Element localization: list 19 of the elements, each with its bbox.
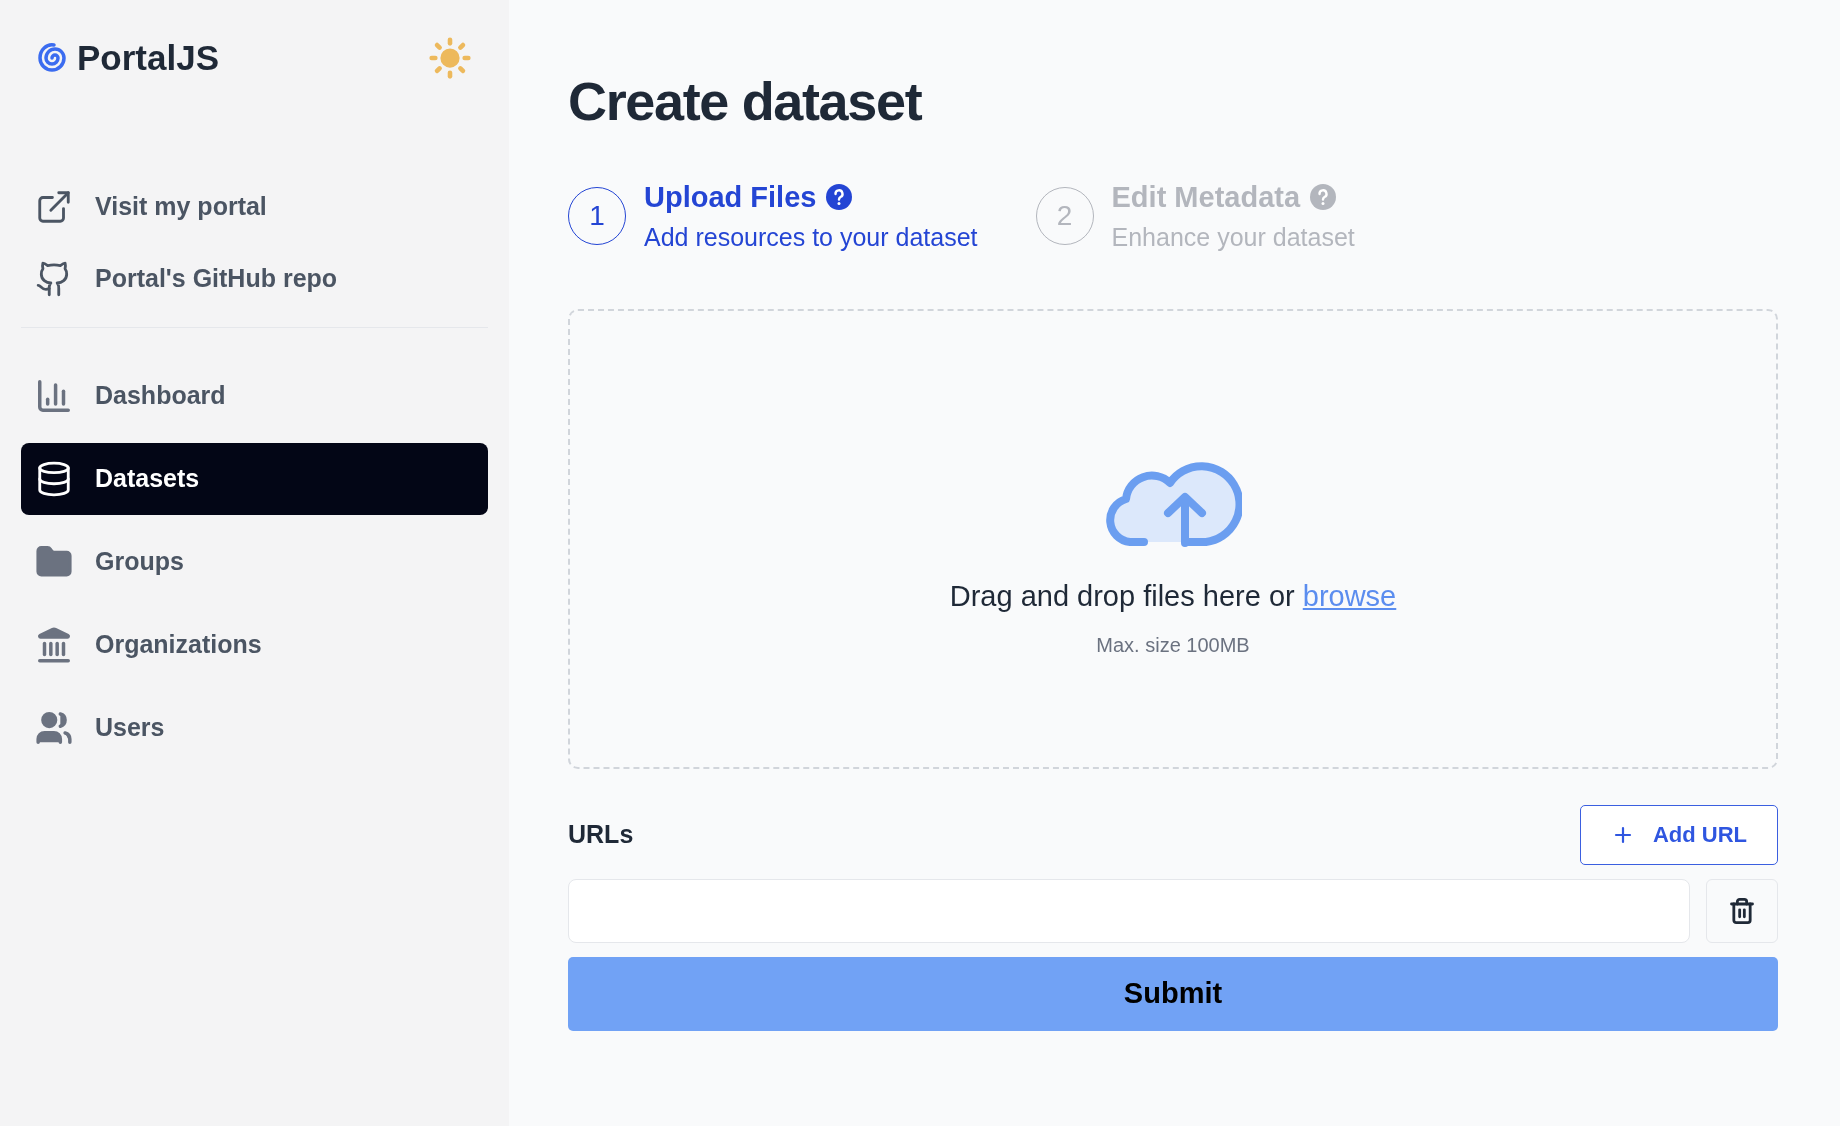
logo-text: PortalJS — [77, 37, 219, 79]
sidebar-item[interactable]: Datasets — [21, 442, 488, 515]
size-hint: Max. size 100MB — [1096, 633, 1250, 659]
urls-label: URLs — [568, 818, 634, 850]
sidebar-item[interactable]: Users — [21, 691, 488, 764]
submit-button[interactable]: Submit — [568, 956, 1778, 1031]
page-title: Create dataset — [568, 70, 923, 133]
step-title: Edit Metadata — [1111, 179, 1301, 215]
step-title: Upload Files — [644, 179, 817, 215]
sidebar-link[interactable]: Portal's GitHub repo — [21, 244, 488, 313]
dropzone-text: Drag and drop files here or browse — [949, 578, 1397, 614]
step-subtitle: Add resources to your dataset — [644, 222, 978, 253]
sidebar-item[interactable]: Dashboard — [21, 359, 488, 432]
sidebar-link[interactable]: Visit my portal — [21, 172, 488, 241]
add-url-button[interactable]: Add URL — [1579, 804, 1778, 865]
file-dropzone[interactable]: Drag and drop files here or browse Max. size 100MB — [568, 308, 1778, 769]
sidebar-item[interactable]: Organizations — [21, 608, 488, 681]
step-subtitle: Enhance your dataset — [1111, 222, 1355, 253]
sidebar-item[interactable]: Groups — [21, 525, 488, 598]
